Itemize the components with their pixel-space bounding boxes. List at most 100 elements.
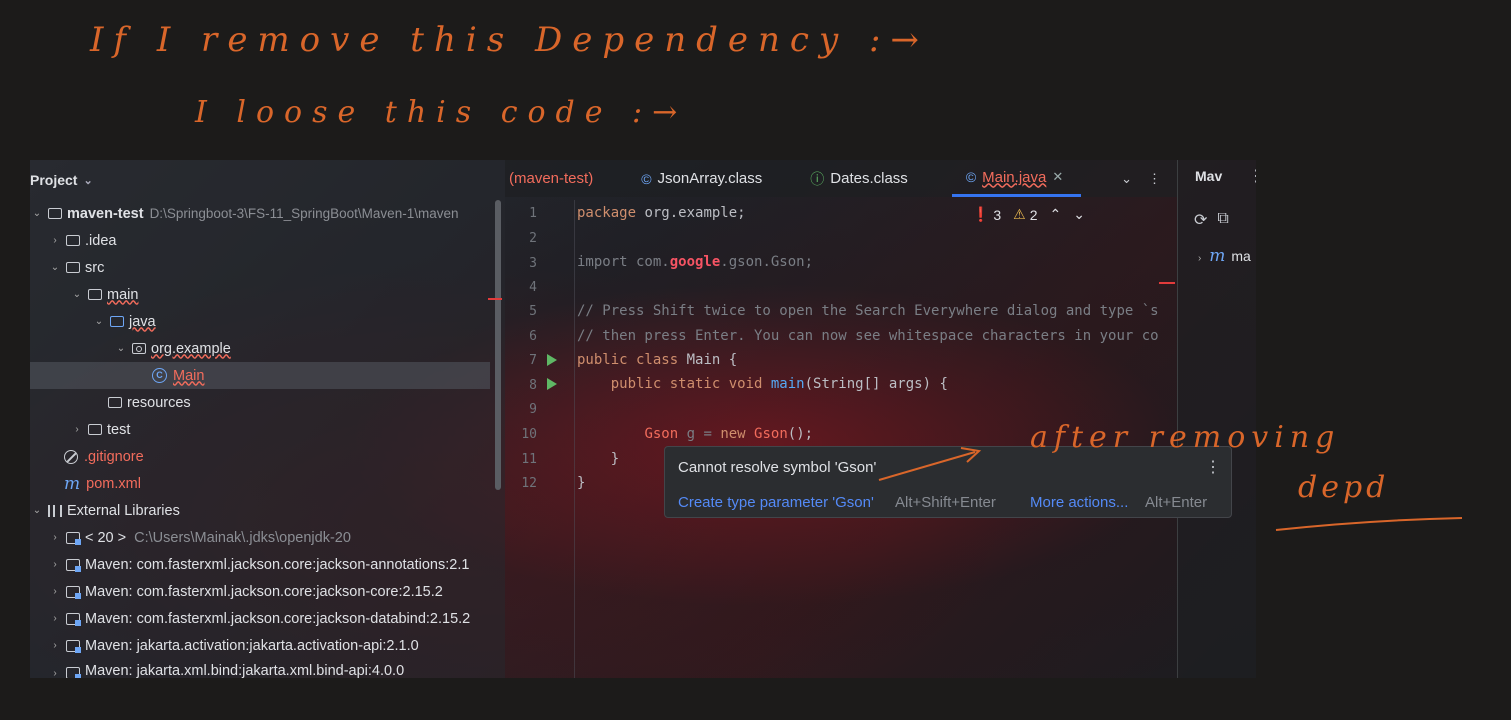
code-text: .gson.Gson; [720, 254, 814, 270]
folder-icon [66, 262, 80, 273]
jar-icon [66, 667, 81, 678]
expand-arrow-icon[interactable]: › [48, 668, 62, 678]
line-number: 9 [529, 402, 537, 417]
keyword: public class [577, 352, 679, 368]
expand-arrow-icon[interactable]: ⌄ [30, 208, 44, 219]
tree-item-library[interactable]: › Maven: com.fasterxml.jackson.core:jack… [30, 551, 505, 578]
run-icon[interactable] [547, 378, 557, 390]
code-line: package org.example; [577, 205, 746, 221]
chevron-down-icon[interactable]: ⌄ [1073, 206, 1085, 223]
code-line: public class Main { [577, 352, 737, 368]
project-scrollbar[interactable] [495, 200, 501, 490]
tree-item-gitignore[interactable]: .gitignore [30, 443, 505, 470]
ide-window: Project ⌄ ⌄ maven-test D:\Springboot-3\F… [30, 160, 1256, 678]
line-number: 3 [529, 256, 537, 271]
code-line: public static void main(String[] args) { [577, 376, 948, 392]
tab-label: (maven-test) [509, 170, 594, 187]
expand-arrow-icon[interactable]: ⌄ [70, 289, 84, 300]
tree-item-label: resources [127, 394, 191, 411]
jar-icon [66, 612, 81, 626]
more-icon[interactable]: ⋮ [1205, 457, 1221, 477]
project-header[interactable]: Project ⌄ [30, 168, 93, 192]
line-number: 2 [529, 231, 537, 246]
tree-item-label: pom.xml [86, 475, 141, 492]
tree-item-src[interactable]: ⌄ src [30, 254, 505, 281]
code-text: g = [678, 426, 721, 442]
source-folder-icon [110, 316, 124, 327]
expand-arrow-icon[interactable]: › [48, 613, 62, 624]
jar-icon [66, 558, 81, 572]
tree-item-test[interactable]: › test [30, 416, 505, 443]
tree-item-jdk[interactable]: › < 20 > C:\Users\Mainak\.jdks\openjdk-2… [30, 524, 505, 551]
tab-dates[interactable]: ⓘ Dates.class [780, 160, 926, 197]
line-number: 8 [529, 378, 537, 393]
tree-item-library[interactable]: › Maven: com.fasterxml.jackson.core:jack… [30, 605, 505, 632]
expand-arrow-icon[interactable]: ⌄ [30, 505, 44, 516]
code-text: Main { [678, 352, 738, 368]
tree-item-java[interactable]: ⌄ java [30, 308, 505, 335]
editor-gutter: 1 2 3 4 5 6 7 8 9 10 11 12 [505, 200, 575, 678]
tree-item-library[interactable]: › Maven: com.fasterxml.jackson.core:jack… [30, 578, 505, 605]
tree-item-label: Main [173, 367, 205, 384]
module-folder-icon [48, 208, 62, 219]
expand-arrow-icon[interactable]: ⌄ [92, 316, 106, 327]
more-icon[interactable]: ⋮ [1248, 166, 1256, 186]
unresolved-symbol: Gson [754, 426, 788, 442]
library-icon [48, 504, 62, 517]
close-icon[interactable]: ✕ [1052, 169, 1063, 185]
interface-icon: ⓘ [810, 170, 825, 187]
code-line: import com.google.gson.Gson; [577, 254, 813, 270]
tree-item-label: maven-test [67, 205, 144, 222]
expand-arrow-icon[interactable]: › [1198, 253, 1201, 264]
maven-project-item[interactable]: › m ma [1198, 246, 1251, 266]
tree-item-main[interactable]: ⌄ main [30, 281, 505, 308]
expand-arrow-icon[interactable]: › [48, 532, 62, 543]
tree-item-pom[interactable]: m pom.xml [30, 470, 505, 497]
tab-label: Main.java [982, 168, 1047, 186]
tab-jsonarray[interactable]: © JsonArray.class [611, 160, 780, 197]
tab-maven-test[interactable]: (maven-test) [505, 160, 611, 197]
tab-main-java[interactable]: © Main.java ✕ [951, 160, 1082, 197]
expand-arrow-icon[interactable]: ⌄ [48, 262, 62, 273]
tree-item-library[interactable]: › Maven: jakarta.activation:jakarta.acti… [30, 632, 505, 659]
inspection-widget[interactable]: ❗ 3 ⚠ 2 ⌃ ⌄ [972, 206, 1085, 223]
tree-item-idea[interactable]: › .idea [30, 227, 505, 254]
add-project-icon[interactable]: ⧉ [1217, 210, 1228, 230]
reload-icon[interactable]: ⟳ [1194, 210, 1207, 230]
code-text: (String[] args) { [804, 376, 948, 392]
expand-arrow-icon[interactable]: › [70, 424, 84, 435]
tree-item-library[interactable]: › Maven: jakarta.xml.bind:jakarta.xml.bi… [30, 659, 505, 678]
more-actions-link[interactable]: More actions... [1030, 494, 1128, 511]
chevron-down-icon[interactable]: ⌄ [1121, 171, 1132, 187]
tree-item-maven-test[interactable]: ⌄ maven-test D:\Springboot-3\FS-11_Sprin… [30, 200, 505, 227]
tree-item-label: .idea [85, 232, 117, 249]
expand-arrow-icon[interactable]: › [48, 640, 62, 651]
more-icon[interactable]: ⋮ [1148, 171, 1161, 187]
maven-icon: m [1209, 246, 1226, 266]
line-number: 1 [529, 206, 537, 221]
tree-item-label: org.example [151, 340, 231, 357]
chevron-down-icon[interactable]: ⌄ [83, 174, 92, 187]
create-type-parameter-link[interactable]: Create type parameter 'Gson' [678, 494, 874, 511]
tree-item-label: main [107, 286, 139, 303]
ignore-file-icon [64, 449, 78, 464]
tree-item-external-libraries[interactable]: ⌄ External Libraries [30, 497, 505, 524]
error-stripe-mark[interactable] [1159, 282, 1175, 284]
tree-item-main-class[interactable]: C Main [30, 362, 490, 389]
tree-item-org-example[interactable]: ⌄ org.example [30, 335, 505, 362]
package-icon [132, 343, 146, 354]
expand-arrow-icon[interactable]: › [48, 586, 62, 597]
chevron-up-icon[interactable]: ⌃ [1050, 206, 1062, 223]
tree-item-resources[interactable]: resources [30, 389, 505, 416]
tree-item-label: Maven: com.fasterxml.jackson.core:jackso… [85, 583, 443, 600]
annotation-line2: I loose this code :→ [195, 95, 688, 130]
expand-arrow-icon[interactable]: › [48, 235, 62, 246]
expand-arrow-icon[interactable]: ⌄ [114, 343, 128, 354]
editor-panel: (maven-test) © JsonArray.class ⓘ Dates.c… [505, 160, 1177, 678]
expand-arrow-icon[interactable]: › [48, 559, 62, 570]
jar-icon [66, 585, 81, 599]
warning-count: 2 [1029, 206, 1038, 223]
run-icon[interactable] [547, 354, 557, 366]
maven-panel: Mav ⋮ ⟳ ⧉ › m ma [1177, 160, 1256, 678]
